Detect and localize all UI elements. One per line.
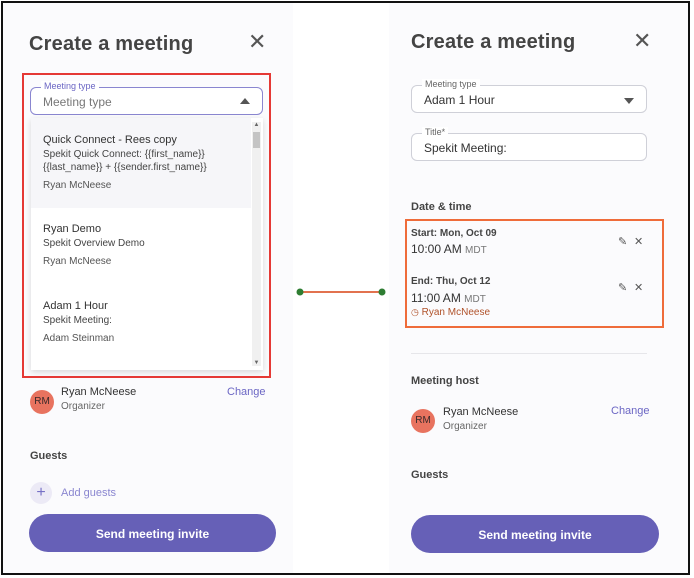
start-time: 10:00 AM MDT [411, 242, 487, 256]
send-invite-button[interactable]: Send meeting invite [29, 514, 276, 552]
change-host-link[interactable]: Change [611, 405, 650, 417]
send-invite-button[interactable]: Send meeting invite [411, 515, 659, 553]
page-title: Create a meeting [411, 31, 576, 53]
edit-icon[interactable]: ✎ [618, 281, 627, 294]
owner-tag-name: Ryan McNeese [421, 307, 490, 318]
add-guests-link[interactable]: Add guests [61, 487, 116, 499]
end-timezone: MDT [464, 294, 486, 305]
meeting-type-select[interactable]: Meeting type Adam 1 Hour [411, 79, 647, 113]
edit-icon[interactable]: ✎ [618, 235, 627, 248]
end-time: 11:00 AM MDT [411, 291, 486, 305]
change-host-link[interactable]: Change [227, 386, 266, 398]
avatar: RM [411, 409, 435, 433]
close-icon[interactable]: ✕ [634, 235, 643, 248]
avatar: RM [30, 390, 54, 414]
date-time-heading: Date & time [411, 201, 472, 213]
title-field-label: Title* [422, 127, 449, 137]
highlight-box [22, 73, 271, 378]
start-time-value: 10:00 AM [411, 242, 462, 256]
host-name: Ryan McNeese [61, 386, 137, 398]
host-name: Ryan McNeese [443, 406, 519, 418]
chevron-down-icon [624, 98, 634, 104]
add-icon[interactable]: + [30, 482, 52, 504]
clock-icon: ◷ [411, 307, 419, 317]
screenshot-frame: Create a meeting ✕ Meeting type Meeting … [1, 1, 690, 575]
host-role: Organizer [443, 421, 487, 432]
guests-heading: Guests [30, 450, 68, 462]
end-date-label: End: Thu, Oct 12 [411, 276, 491, 287]
owner-tag: ◷ Ryan McNeese [411, 307, 490, 318]
start-timezone: MDT [465, 245, 487, 256]
right-panel: Create a meeting ✕ Meeting type Adam 1 H… [389, 3, 688, 573]
title-field-value: Spekit Meeting: [424, 141, 507, 155]
meeting-type-value: Adam 1 Hour [424, 93, 495, 107]
divider [411, 353, 647, 354]
close-icon[interactable]: ✕ [633, 30, 651, 52]
guests-heading: Guests [411, 469, 449, 481]
start-date-label: Start: Mon, Oct 09 [411, 228, 497, 239]
end-time-value: 11:00 AM [411, 291, 461, 305]
connector-arrow [296, 288, 386, 296]
title-field[interactable]: Title* Spekit Meeting: [411, 127, 647, 161]
host-role: Organizer [61, 401, 105, 412]
meeting-host-heading: Meeting host [411, 375, 479, 387]
meeting-type-label: Meeting type [422, 79, 480, 89]
page-title: Create a meeting [29, 33, 194, 55]
close-icon[interactable]: ✕ [248, 31, 266, 53]
left-panel: Create a meeting ✕ Meeting type Meeting … [3, 3, 293, 573]
close-icon[interactable]: ✕ [634, 281, 643, 294]
